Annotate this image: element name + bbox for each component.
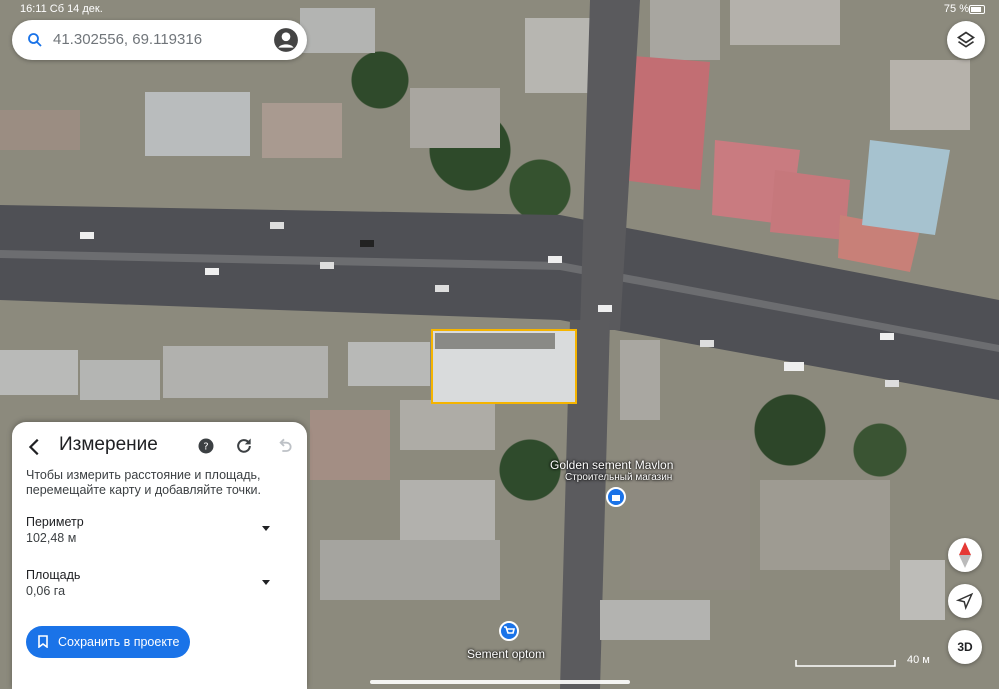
save-button-label: Сохранить в проекте [58,635,180,649]
home-indicator [370,680,630,684]
save-to-project-button[interactable]: Сохранить в проекте [26,626,190,658]
compass-icon [959,542,971,568]
store-pin-icon[interactable] [606,487,626,507]
scale-label: 40 м [907,654,930,666]
search-bar[interactable]: 41.302556, 69.119316 [12,20,307,60]
measure-panel: Измерение ? Чтобы измерить расстояние и … [12,422,307,689]
navigation-arrow-icon [956,592,974,610]
panel-description: Чтобы измерить расстояние и площадь, пер… [26,468,261,497]
map-scale: 40 м [795,654,935,668]
poi-name: Golden sement Mavlon [550,458,674,472]
poi-category: Строительный магазин [565,472,673,483]
refresh-icon[interactable] [234,436,254,456]
status-time: 16:11 Сб 14 дек. [20,3,103,15]
shopping-cart-pin-icon[interactable] [499,621,519,641]
perimeter-unit-dropdown[interactable] [262,526,270,531]
compass-button[interactable] [948,538,982,572]
area-unit-dropdown[interactable] [262,580,270,585]
battery-icon [969,5,985,14]
help-icon[interactable]: ? [196,436,216,456]
bookmark-icon [38,635,48,648]
poi-sement-optom[interactable]: Sement optom [467,647,545,661]
undo-icon[interactable] [274,436,294,456]
perimeter-label: Периметр [26,515,84,529]
view-3d-button[interactable]: 3D [948,630,982,664]
account-icon[interactable] [273,27,299,53]
battery-percent: 75 % [943,3,969,15]
layers-icon [956,31,976,48]
area-label: Площадь [26,568,81,582]
status-bar: 16:11 Сб 14 дек. 75 % [0,0,999,18]
search-icon [28,33,42,47]
perimeter-value: 102,48 м [26,531,77,545]
svg-text:?: ? [203,441,208,452]
panel-title: Измерение [59,434,158,455]
my-location-button[interactable] [948,584,982,618]
layers-button[interactable] [947,21,985,59]
poi-golden-sement[interactable]: Golden sement Mavlon Строительный магази… [550,458,673,483]
area-value: 0,06 га [26,584,66,598]
back-arrow-icon[interactable] [24,436,46,458]
search-input[interactable]: 41.302556, 69.119316 [53,31,202,48]
